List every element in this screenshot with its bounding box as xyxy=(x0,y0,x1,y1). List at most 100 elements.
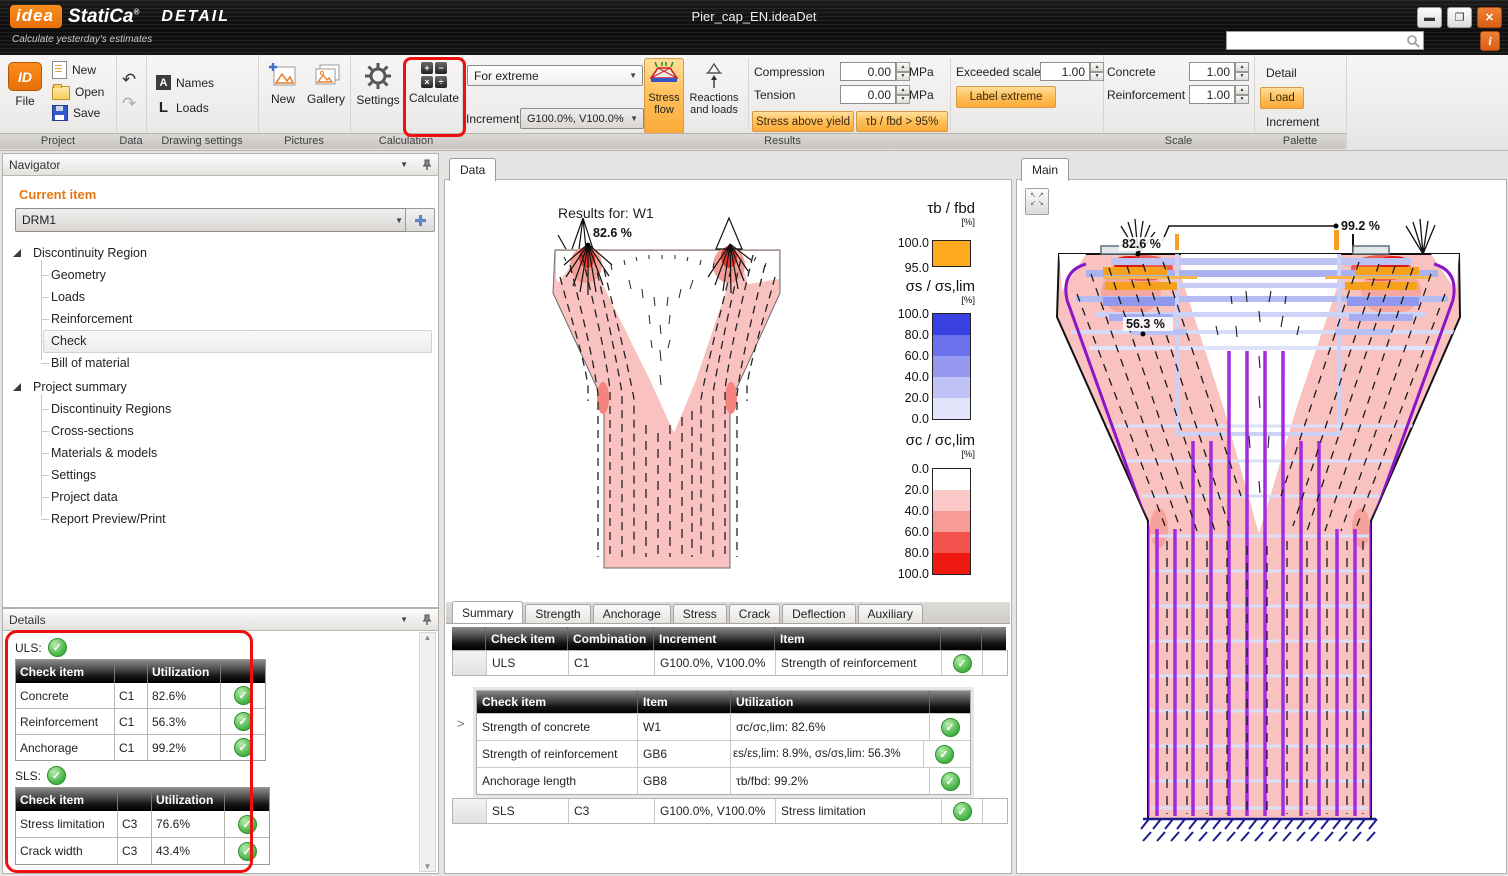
tab-main[interactable]: Main xyxy=(1021,158,1069,181)
tab-stress[interactable]: Stress xyxy=(673,604,727,623)
palette-detail-button[interactable]: Detail xyxy=(1266,66,1297,80)
nav-item-cross-sections[interactable]: Cross-sections xyxy=(3,420,438,442)
minimize-button[interactable]: ▬ xyxy=(1417,7,1442,28)
nav-item-report-preview-print[interactable]: Report Preview/Print xyxy=(3,508,438,530)
scale-concrete-value[interactable]: 1.00 xyxy=(1189,62,1235,81)
exceeded-scale-arrows[interactable]: ▲▼ xyxy=(1090,62,1104,81)
save-project-button[interactable]: Save xyxy=(52,105,100,121)
maximize-button[interactable]: ❐ xyxy=(1447,7,1472,28)
details-scrollbar[interactable]: ▲▼ xyxy=(419,632,436,872)
nav-item-loads[interactable]: Loads xyxy=(3,286,438,308)
nav-item-discontinuity-regions[interactable]: Discontinuity Regions xyxy=(3,398,438,420)
open-project-button[interactable]: Open xyxy=(52,83,104,100)
item-label: Reinforcement xyxy=(51,312,132,326)
legend-label: 80.0 xyxy=(905,546,929,560)
label-extreme-toggle[interactable]: Label extreme xyxy=(956,86,1056,108)
scale-reinforcement-arrows[interactable]: ▲▼ xyxy=(1235,85,1249,104)
scale-concrete-spinner[interactable]: 1.00 ▲▼ xyxy=(1189,62,1249,81)
compression-spinner[interactable]: 0.00 ▲▼ xyxy=(840,62,910,81)
sls-summary-row[interactable]: SLS C3 G100.0%, V100.0% Stress limitatio… xyxy=(452,798,1008,824)
nav-item-check[interactable]: Check xyxy=(3,330,438,352)
chevron-down-icon[interactable]: ▼ xyxy=(400,160,408,169)
tab-deflection[interactable]: Deflection xyxy=(782,604,855,623)
main-figure[interactable]: 82.6 % 99.2 % 56.3 % xyxy=(1031,196,1491,852)
table-row[interactable]: Crack width C3 43.4% xyxy=(16,838,269,864)
ribbon-group-scale: Concrete 1.00 ▲▼ Reinforcement 1.00 ▲▼ S… xyxy=(1103,55,1255,149)
tb-fbd-toggle[interactable]: τb / fbd > 95% xyxy=(856,111,948,132)
redo-button[interactable]: ↷ xyxy=(122,97,136,111)
tab-anchorage[interactable]: Anchorage xyxy=(593,604,671,623)
close-button[interactable]: ✕ xyxy=(1477,7,1502,28)
expander-icon[interactable] xyxy=(13,249,21,257)
search-box[interactable] xyxy=(1226,31,1424,50)
table-row[interactable]: Anchorage C1 99.2% xyxy=(16,735,265,760)
exceeded-scale-spinner[interactable]: 1.00 ▲▼ xyxy=(1040,62,1104,81)
palette-load-toggle[interactable]: Load xyxy=(1260,87,1304,109)
uls-summary-row[interactable]: ULS C1 G100.0%, V100.0% Strength of rein… xyxy=(452,650,1008,676)
nav-item-geometry[interactable]: Geometry xyxy=(3,264,438,286)
tab-summary[interactable]: Summary xyxy=(452,601,523,623)
chevron-down-icon[interactable]: ▼ xyxy=(400,615,408,624)
table-row[interactable]: Anchorage length GB8 τb/fbd: 99.2% xyxy=(477,767,970,794)
table-row[interactable]: Concrete C1 82.6% xyxy=(16,683,265,709)
navigator-header[interactable]: Navigator ▼ xyxy=(3,154,438,176)
details-header[interactable]: Details ▼ xyxy=(3,609,438,631)
expander-icon[interactable] xyxy=(13,383,21,391)
tagline: Calculate yesterday's estimates xyxy=(12,34,152,45)
picture-new-button[interactable]: New xyxy=(264,58,302,135)
search-input[interactable] xyxy=(1227,34,1405,47)
tension-spin-arrows[interactable]: ▲▼ xyxy=(896,85,910,104)
reactions-loads-button[interactable]: Reactionsand loads xyxy=(683,58,745,134)
nav-section-project-summary[interactable]: Project summary xyxy=(3,376,438,398)
tab-crack[interactable]: Crack xyxy=(729,604,780,623)
names-toggle[interactable]: A Names xyxy=(156,75,214,90)
nav-item-settings[interactable]: Settings xyxy=(3,464,438,486)
scale-reinforcement-spinner[interactable]: 1.00 ▲▼ xyxy=(1189,85,1249,104)
nav-item-materials-models[interactable]: Materials & models xyxy=(3,442,438,464)
table-row[interactable]: Stress limitation C3 76.6% xyxy=(16,811,269,838)
row-selector[interactable]: > xyxy=(457,716,465,731)
picture-new-icon xyxy=(268,62,298,89)
fit-view-button[interactable]: ↖ ↗↙ ↘ xyxy=(1025,188,1049,215)
tab-data[interactable]: Data xyxy=(449,158,496,181)
tab-strength[interactable]: Strength xyxy=(525,604,590,623)
compression-spin-arrows[interactable]: ▲▼ xyxy=(896,62,910,81)
scale-reinforcement-value[interactable]: 1.00 xyxy=(1189,85,1235,104)
file-button[interactable]: ID File xyxy=(4,58,46,135)
calculate-button[interactable]: +−×÷ Calculate xyxy=(408,58,460,135)
open-label: Open xyxy=(75,85,104,99)
nav-item-project-data[interactable]: Project data xyxy=(3,486,438,508)
nav-item-bill-of-material[interactable]: Bill of material xyxy=(3,352,438,374)
current-item-dropdown[interactable]: DRM1 ▼ xyxy=(15,208,409,232)
palette-increment-button[interactable]: Increment xyxy=(1266,115,1319,129)
table-row[interactable]: Reinforcement C1 56.3% xyxy=(16,709,265,735)
compression-value[interactable]: 0.00 xyxy=(840,62,896,81)
tab-auxiliary[interactable]: Auxiliary xyxy=(858,604,923,623)
reactions-label: Reactionsand loads xyxy=(690,92,739,116)
pin-icon[interactable] xyxy=(422,159,432,171)
add-item-button[interactable] xyxy=(405,208,435,232)
tension-value[interactable]: 0.00 xyxy=(840,85,896,104)
tension-spinner[interactable]: 0.00 ▲▼ xyxy=(840,85,910,104)
ribbon-group-results: For extreme ▼ Increment G100.0%, V100.0%… xyxy=(462,55,1104,149)
table-row[interactable]: Strength of reinforcement GB6 εs/εs,lim:… xyxy=(477,740,970,767)
settings-button[interactable]: Settings xyxy=(354,58,402,135)
scale-concrete-arrows[interactable]: ▲▼ xyxy=(1235,62,1249,81)
exceeded-scale-value[interactable]: 1.00 xyxy=(1040,62,1090,81)
gallery-button[interactable]: Gallery xyxy=(304,58,348,135)
nav-section-discontinuity-region[interactable]: Discontinuity Region xyxy=(3,242,438,264)
for-extreme-dropdown[interactable]: For extreme ▼ xyxy=(467,65,643,86)
group-label-results: Results xyxy=(462,133,1103,149)
nav-item-reinforcement[interactable]: Reinforcement xyxy=(3,308,438,330)
undo-button[interactable]: ↶ xyxy=(122,73,136,87)
stress-flow-toggle[interactable]: Stressflow xyxy=(644,58,684,134)
stress-above-yield-toggle[interactable]: Stress above yield xyxy=(752,111,854,132)
main-panel: ↖ ↗↙ ↘ xyxy=(1016,179,1507,874)
pin-icon[interactable] xyxy=(422,614,432,626)
new-project-button[interactable]: New xyxy=(52,61,96,79)
increment-dropdown[interactable]: G100.0%, V100.0% ▼ xyxy=(520,108,644,129)
loads-toggle[interactable]: L Loads xyxy=(156,99,209,116)
col-item: Item xyxy=(638,691,731,713)
info-button[interactable]: i xyxy=(1480,31,1500,51)
table-row[interactable]: Strength of concrete W1 σc/σc,lim: 82.6% xyxy=(477,713,970,740)
